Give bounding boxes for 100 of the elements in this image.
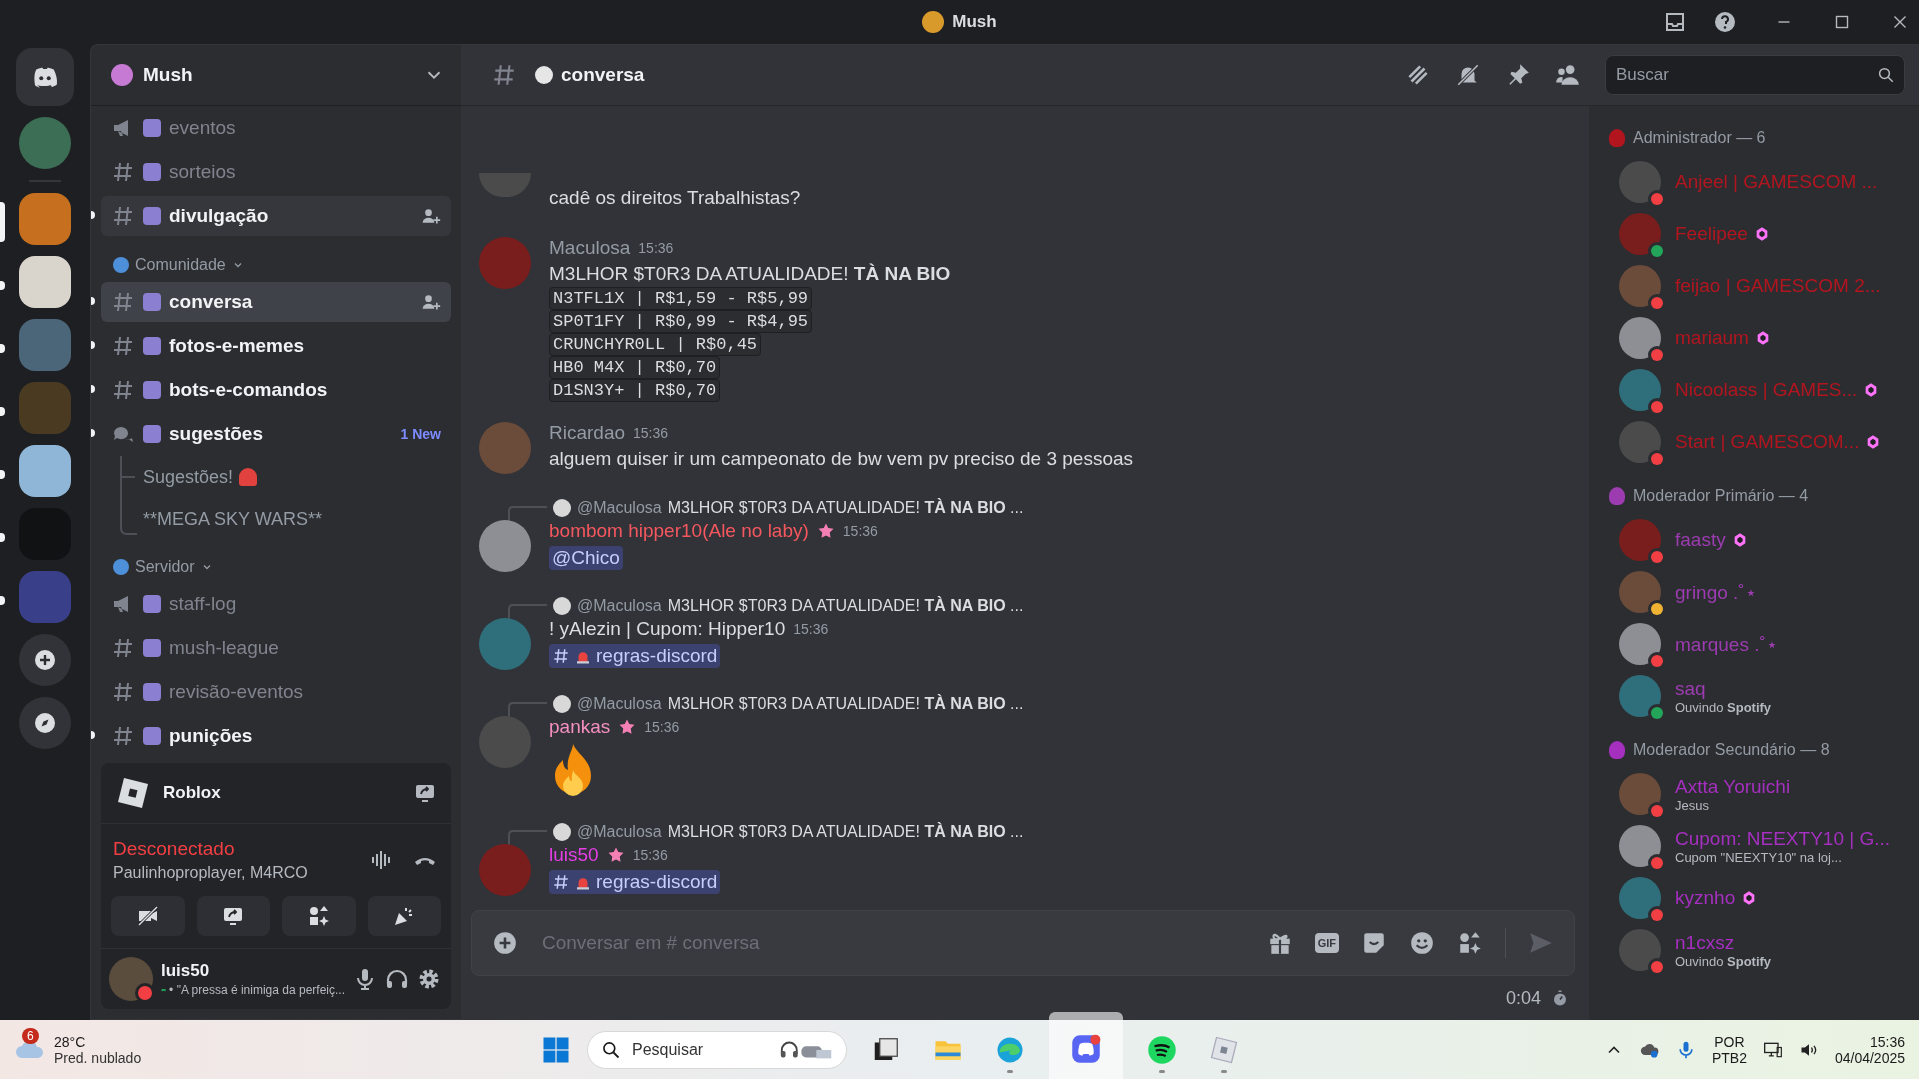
screen-share-button[interactable] (196, 896, 270, 936)
bell-muted-icon[interactable] (1455, 62, 1481, 88)
search-icon (1877, 66, 1895, 84)
member-activity: Ouvindo Spotify (1675, 699, 1772, 715)
emoji-icon (143, 639, 161, 657)
sticker-icon[interactable] (1361, 930, 1387, 956)
channel-item[interactable]: sugestões 1 New (101, 414, 451, 454)
plus-icon (33, 648, 57, 672)
timestamp: 15:36 (633, 425, 669, 441)
members-icon[interactable] (1555, 62, 1581, 88)
inline-code: HB0 M4X | R$0,70 (549, 356, 721, 379)
username[interactable]: pankas (549, 716, 611, 738)
username[interactable]: bombom hipper10(Ale no laby) (549, 520, 809, 542)
category-header[interactable]: Servidor (101, 540, 451, 582)
hashtag-icon (491, 62, 517, 88)
soundboard-button[interactable] (367, 896, 441, 936)
member-item[interactable]: Axtta Yoruichi Jesus (1609, 768, 1909, 820)
add-server-button[interactable] (19, 634, 71, 686)
user-mention[interactable]: @Chico (549, 546, 623, 570)
reply-author[interactable]: @Maculosa (577, 695, 662, 713)
reply-author[interactable]: @Maculosa (577, 499, 662, 517)
emoji-icon (143, 163, 161, 181)
username[interactable]: ! yAlezin | Cupom: Hipper10 (549, 618, 786, 640)
thread-item[interactable]: **MEGA SKY WARS** (143, 508, 323, 530)
gif-button[interactable]: GIF (1314, 933, 1339, 953)
reply-preview[interactable]: M3LHOR $T0R3 DA ATUALIDADE! TÀ NA BIO ... (667, 695, 1024, 713)
activity-name: Roblox (163, 783, 222, 803)
server-header[interactable]: Mush (91, 45, 461, 106)
role-header: Administrador — 6 (1633, 129, 1766, 147)
server-icon[interactable] (19, 445, 71, 497)
category-header[interactable]: Comunidade (101, 238, 451, 280)
chat-app-icon[interactable] (1070, 1034, 1101, 1064)
emoji-icon[interactable] (1409, 930, 1435, 956)
member-item[interactable]: saq Ouvindo Spotify (1609, 670, 1909, 722)
avatar[interactable] (109, 957, 153, 1001)
emoji-icon (143, 727, 161, 745)
waveform-icon[interactable] (369, 848, 393, 872)
server-indicator (0, 533, 5, 542)
channel-item[interactable]: bots-e-comandos (101, 370, 451, 410)
temperature: 28°C (54, 1033, 87, 1050)
emoji-icon (143, 595, 161, 613)
clock[interactable]: 15:36 04/04/2025 (1834, 1033, 1905, 1066)
window-title: Mush (952, 12, 997, 32)
channel-item[interactable]: mush-league (101, 628, 451, 668)
username[interactable]: luis50 (549, 844, 599, 866)
username[interactable]: Maculosa (549, 237, 631, 259)
channel-item[interactable]: punições (101, 716, 451, 756)
roblox-icon (115, 775, 151, 811)
channel-item[interactable]: sorteios (101, 152, 451, 192)
reply-author[interactable]: @Maculosa (577, 823, 662, 841)
channel-item[interactable]: divulgação (101, 196, 451, 236)
settings-icon[interactable] (417, 967, 441, 991)
role-header: Moderador Secundário — 8 (1633, 741, 1830, 759)
server-icon (922, 11, 945, 33)
add-member-icon[interactable] (421, 292, 441, 312)
channel-item[interactable]: eventos (101, 108, 451, 148)
channel-mention[interactable]: regras-discord (549, 644, 721, 668)
taskbar-search-field[interactable]: Pesquisar (586, 1030, 847, 1069)
avatar (553, 597, 571, 615)
inline-code: N3TFL1X | R$1,59 - R$5,99 (549, 287, 813, 310)
channel-item[interactable]: conversa (101, 282, 451, 322)
reply-preview[interactable]: M3LHOR $T0R3 DA ATUALIDADE! TÀ NA BIO ... (667, 499, 1024, 517)
add-icon[interactable] (492, 930, 518, 956)
channel-item[interactable]: staff-log (101, 584, 451, 624)
emoji-icon (143, 207, 161, 225)
message-text: cadê os direitos Trabalhistas? (549, 187, 801, 209)
reply-preview[interactable]: M3LHOR $T0R3 DA ATUALIDADE! TÀ NA BIO ... (667, 823, 1024, 841)
member-activity: Ouvindo Spotify (1675, 953, 1772, 969)
emoji-icon (143, 293, 161, 311)
activities-button[interactable] (282, 896, 356, 936)
username[interactable]: Ricardao (549, 422, 626, 444)
member-item[interactable]: n1cxsz Ouvindo Spotify (1609, 924, 1909, 976)
compass-icon[interactable] (19, 697, 71, 749)
slowmode-timer: 0:04 (1505, 987, 1541, 1009)
game-app-icon[interactable] (1208, 1034, 1239, 1065)
server-icon[interactable] (19, 256, 71, 308)
music-app-icon[interactable] (1146, 1034, 1177, 1065)
camera-off-button[interactable] (111, 896, 185, 936)
help-icon[interactable] (1713, 10, 1737, 34)
thread-item[interactable]: Sugestões! (143, 466, 234, 488)
inbox-icon[interactable] (1663, 10, 1687, 34)
timestamp: 15:36 (793, 621, 829, 637)
channel-mention[interactable]: regras-discord (549, 870, 721, 894)
headphones-icon[interactable] (385, 967, 409, 991)
hashtag-icon (111, 378, 135, 402)
reply-author[interactable]: @Maculosa (577, 597, 662, 615)
channel-item[interactable]: revisão-eventos (101, 672, 451, 712)
member-item[interactable]: Cupom: NEEXTY10 | G... Cupom "NEEXTY10" na loj... (1609, 820, 1909, 872)
hashtag-icon (111, 204, 135, 228)
search-field[interactable]: Buscar (1605, 55, 1905, 95)
keyboard-layout-button[interactable]: POR PTB2 (1711, 1033, 1747, 1066)
home-button[interactable] (16, 48, 74, 106)
camera-off-icon (135, 904, 160, 928)
add-member-icon[interactable] (421, 206, 441, 226)
emoji-icon (143, 381, 161, 399)
message-input[interactable]: Conversar em # conversa (540, 931, 1245, 955)
apps-icon[interactable] (1457, 930, 1483, 956)
avatar[interactable] (479, 520, 531, 572)
reply-preview[interactable]: M3LHOR $T0R3 DA ATUALIDADE! TÀ NA BIO ... (667, 597, 1024, 615)
channel-item[interactable]: fotos-e-memes (101, 326, 451, 366)
